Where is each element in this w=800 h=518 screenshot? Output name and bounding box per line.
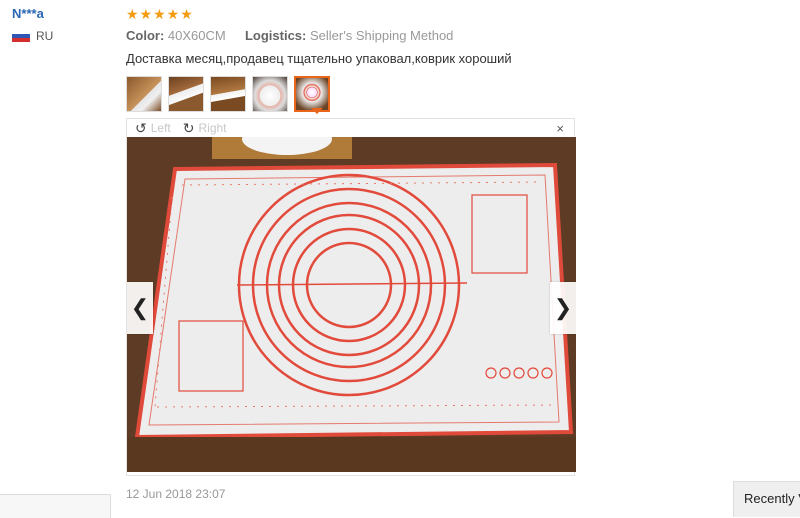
previous-image-button[interactable]: ❮: [127, 282, 153, 334]
baking-mat-photo: [127, 137, 576, 472]
review-thumbnail[interactable]: [168, 76, 204, 112]
reviewer-info: N***a RU: [12, 6, 112, 43]
next-image-button[interactable]: ❯: [550, 282, 576, 334]
country-code: RU: [36, 29, 54, 43]
close-icon[interactable]: ×: [556, 121, 564, 136]
review-date: 12 Jun 2018 23:07: [126, 487, 226, 501]
review-thumbnail[interactable]: [126, 76, 162, 112]
image-viewer: ↺ Left ↻ Right × ❮ ❯: [126, 118, 576, 476]
rotate-left-button[interactable]: Left: [151, 121, 171, 135]
review-photo: ❮ ❯: [127, 137, 576, 472]
review-thumbnails: [126, 76, 586, 112]
russia-flag-icon: [12, 30, 30, 42]
reviewer-name: N***a: [12, 6, 44, 21]
logistics-value: Seller's Shipping Method: [310, 28, 454, 43]
review-text: Доставка месяц,продавец тщательно упаков…: [126, 51, 512, 66]
rotate-right-button[interactable]: Right: [198, 121, 226, 135]
rotate-right-icon[interactable]: ↻: [183, 121, 195, 135]
reviewer-country: RU: [12, 29, 112, 43]
active-thumbnail-caret: [311, 108, 323, 114]
chevron-right-icon: ❯: [553, 295, 573, 320]
rotate-left-icon[interactable]: ↺: [135, 121, 147, 135]
review-thumbnail[interactable]: [210, 76, 246, 112]
color-label: Color:: [126, 28, 165, 43]
review-thumbnail-active[interactable]: [294, 76, 330, 112]
viewer-toolbar: ↺ Left ↻ Right: [135, 120, 235, 136]
color-value: 40X60CM: [167, 28, 226, 43]
review-meta: Color: 40X60CM Logistics: Seller's Shipp…: [126, 28, 586, 43]
review-body: ★★★★★ Color: 40X60CM Logistics: Seller's…: [126, 6, 586, 112]
chevron-left-icon: ❮: [130, 295, 150, 320]
logistics-label: Logistics:: [244, 28, 307, 43]
rating-stars: ★★★★★: [126, 6, 194, 22]
bottom-left-panel: [0, 494, 111, 518]
review-thumbnail[interactable]: [252, 76, 288, 112]
recently-viewed-tab[interactable]: Recently V: [733, 481, 800, 517]
